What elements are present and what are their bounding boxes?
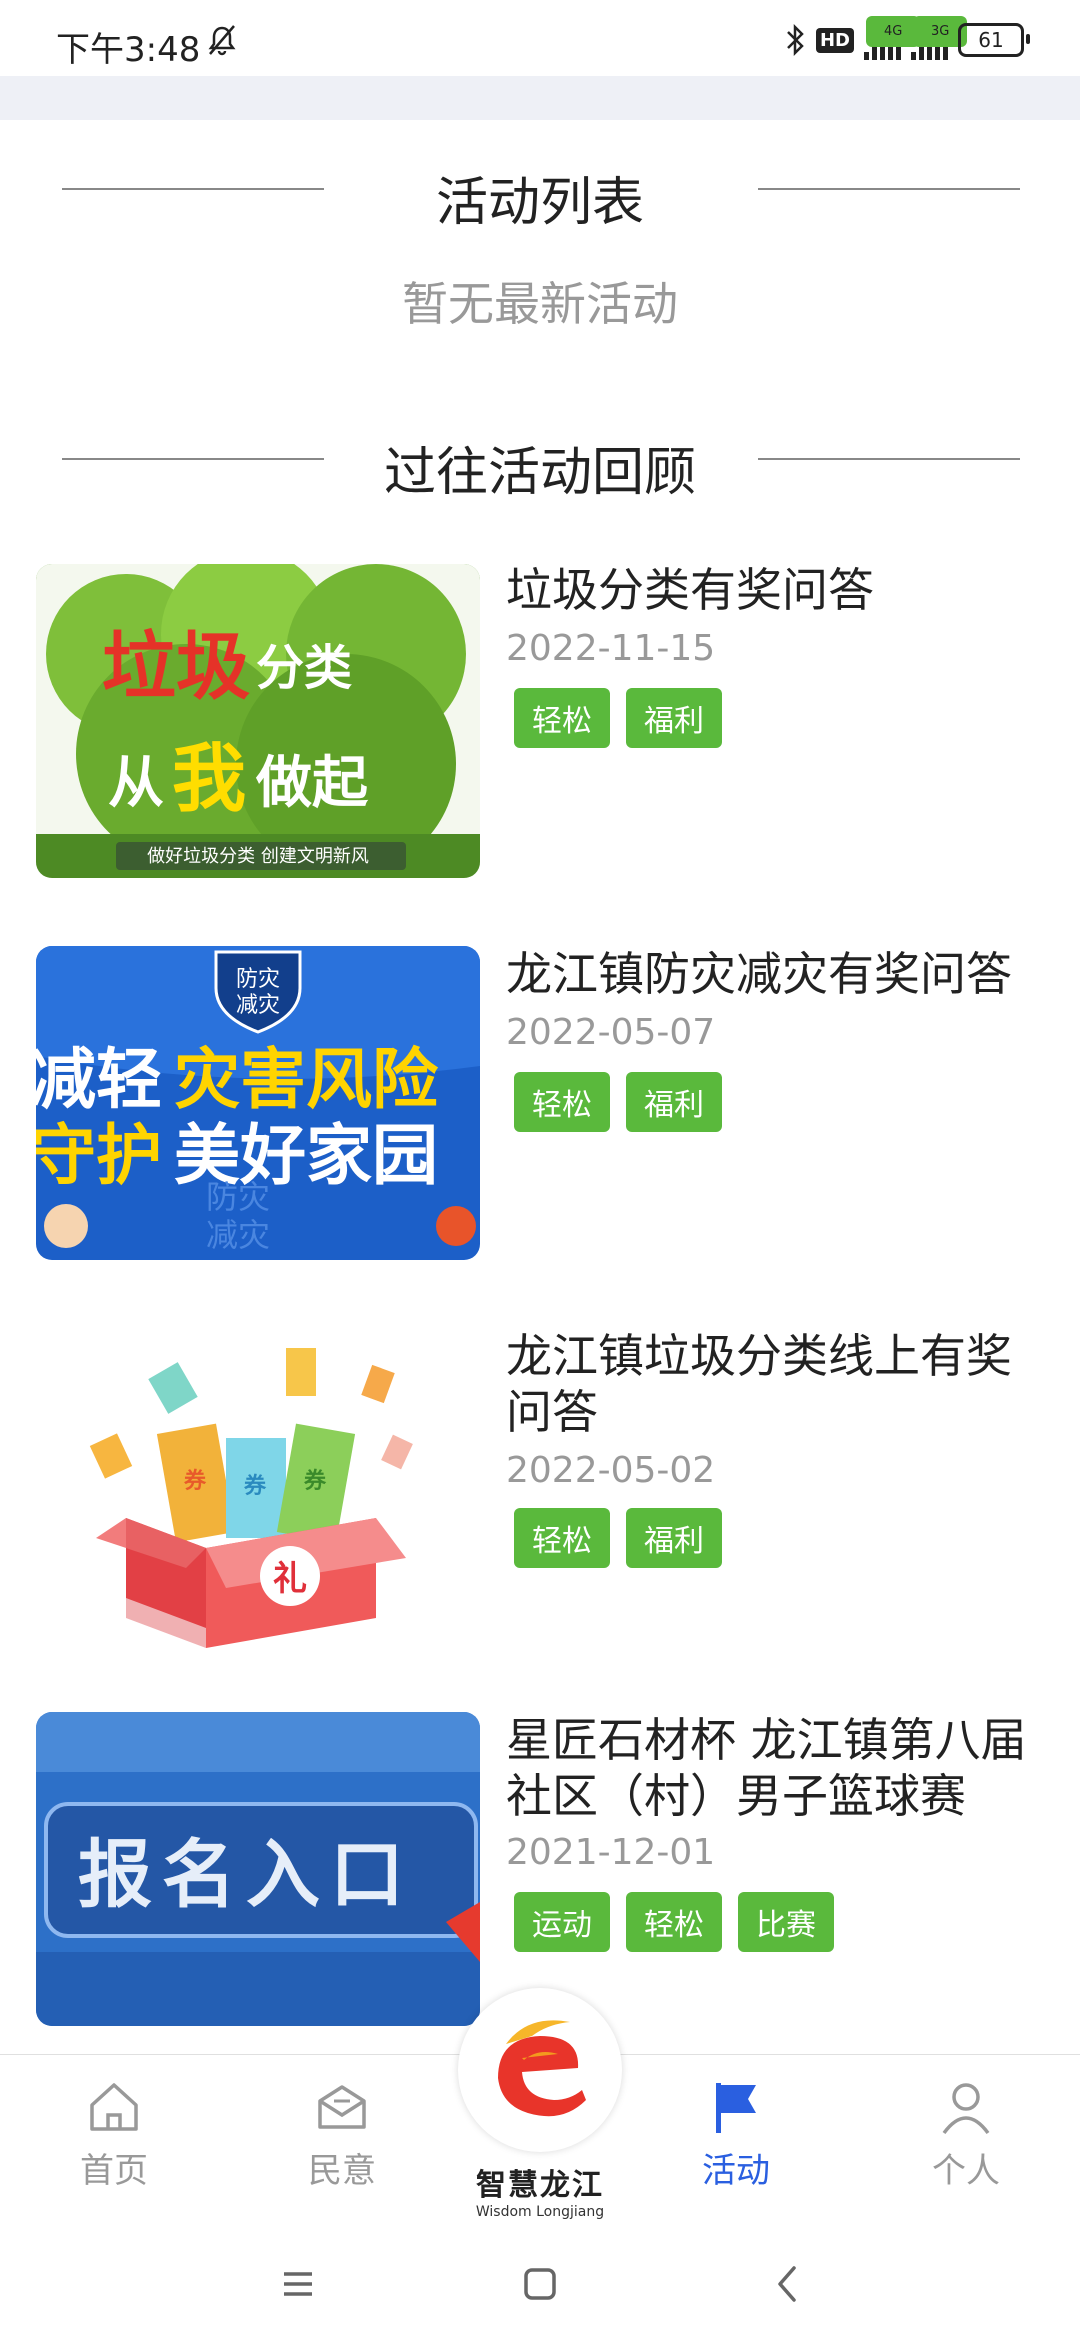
status-icons: HD 4G 3G 61	[784, 16, 1030, 60]
home-square-icon[interactable]	[510, 2254, 570, 2314]
activity-date: 2022-05-02	[506, 1450, 716, 1491]
back-icon[interactable]	[758, 2254, 818, 2314]
divider-line	[758, 188, 1020, 190]
activity-thumbnail: 报名入口	[36, 1712, 480, 2026]
activity-tags: 轻松 福利	[514, 688, 722, 748]
activity-thumbnail: 垃圾 分类 从 我 做起 做好垃圾分类 创建文明新风	[36, 564, 480, 878]
bell-muted-icon	[208, 25, 236, 56]
activity-thumbnail: 券 券 券 礼	[36, 1328, 480, 1668]
thumb-text: 分类	[256, 640, 352, 696]
activity-title: 龙江镇垃圾分类线上有奖问答	[506, 1329, 1012, 1439]
dragon-logo-icon	[470, 2000, 610, 2140]
hd-badge: HD	[815, 27, 854, 53]
home-icon	[90, 2083, 138, 2131]
bluetooth-icon	[787, 23, 804, 57]
signal-4g-icon: 4G	[864, 16, 921, 60]
activity-tag: 比赛	[738, 1892, 834, 1952]
thumb-text: 礼	[273, 1559, 307, 1599]
thumb-text: 守护	[36, 1117, 162, 1194]
system-nav-bar	[0, 2220, 1080, 2340]
activity-tag: 福利	[626, 1508, 722, 1568]
empty-state-text: 暂无最新活动	[402, 277, 678, 331]
thumb-text: 减轻	[36, 1041, 162, 1118]
thumb-text: 券	[243, 1473, 267, 1499]
section-past-header: 过往活动回顾	[0, 418, 1080, 503]
menu-icon[interactable]	[268, 2254, 328, 2314]
tab-label: 首页	[80, 2151, 148, 2191]
person-icon	[942, 2083, 990, 2135]
activity-date: 2022-11-15	[506, 628, 716, 669]
activity-title: 龙江镇防灾减灾有奖问答	[506, 947, 1012, 1001]
tab-label: 民意	[308, 2151, 376, 2191]
activity-date: 2022-05-07	[506, 1012, 716, 1053]
activity-item[interactable]: 防灾 减灾 减轻 灾害风险 守护 美好家园 防灾 减灾 龙江镇防灾减灾有奖问答 …	[0, 944, 1080, 1284]
thumb-text: 垃圾	[102, 624, 250, 710]
activity-tag: 福利	[626, 688, 722, 748]
activity-tag: 福利	[626, 1072, 722, 1132]
tab-opinion[interactable]: 民意	[272, 2077, 412, 2192]
tab-profile[interactable]: 个人	[896, 2077, 1036, 2192]
activity-tags: 轻松 福利	[514, 1508, 722, 1568]
thumb-text: 报名入口	[78, 1832, 414, 1918]
activity-tag: 轻松	[514, 1508, 610, 1568]
divider-line	[758, 458, 1020, 460]
section-title: 活动列表	[435, 173, 644, 233]
logo-en-text: Wisdom Longjiang	[475, 2204, 605, 2220]
thumb-text: 券	[303, 1468, 327, 1494]
signal-3g-icon: 3G	[911, 16, 968, 60]
thumb-text: 做起	[255, 751, 369, 816]
thumb-text: 从	[108, 751, 164, 816]
activity-tag: 轻松	[626, 1892, 722, 1952]
activity-thumbnail: 防灾 减灾 减轻 灾害风险 守护 美好家园 防灾 减灾	[36, 946, 480, 1260]
thumb-text: 券	[183, 1468, 207, 1494]
flag-icon	[716, 2083, 756, 2133]
activity-tags: 轻松 福利	[514, 1072, 722, 1132]
app-logo-text: 智慧龙江 Wisdom Longjiang	[444, 2160, 636, 2220]
mail-icon	[318, 2085, 366, 2129]
logo-cn-text: 智慧龙江	[476, 2168, 604, 2203]
tab-home[interactable]: 首页	[44, 2077, 184, 2192]
activity-title: 星匠石材杯 龙江镇第八届社区（村）男子篮球赛	[506, 1713, 1027, 1823]
tab-label: 个人	[932, 2151, 1000, 2191]
thumb-text: 防灾	[236, 967, 280, 992]
activity-item[interactable]: 券 券 券 礼 龙江镇垃圾分类线上有奖问答 2022-05-02 轻松 福利	[0, 1328, 1080, 1708]
tab-label: 活动	[702, 2151, 770, 2191]
battery-level: 61	[978, 28, 1004, 52]
activity-title: 垃圾分类有奖问答	[506, 563, 874, 617]
tab-activity[interactable]: 活动	[666, 2077, 806, 2192]
activity-tag: 轻松	[514, 688, 610, 748]
thumb-text: 减灾	[236, 993, 280, 1018]
activity-tags: 运动 轻松 比赛	[514, 1892, 834, 1952]
battery-icon: 61	[958, 23, 1030, 57]
thumb-text: 减灾	[206, 1216, 270, 1254]
status-time: 下午3:48	[56, 30, 201, 70]
activity-date: 2021-12-01	[506, 1832, 716, 1873]
activity-tag: 运动	[514, 1892, 610, 1952]
section-current-header: 活动列表	[0, 148, 1080, 233]
thumb-text: 我	[172, 736, 246, 822]
section-title: 过往活动回顾	[383, 443, 696, 503]
status-bar: 下午3:48 HD 4G 3G 61	[0, 0, 1080, 76]
header-divider	[0, 76, 1080, 120]
thumb-text: 防灾	[206, 1178, 270, 1216]
activity-item[interactable]: 垃圾 分类 从 我 做起 做好垃圾分类 创建文明新风 垃圾分类有奖问答 2022…	[0, 560, 1080, 900]
activity-tag: 轻松	[514, 1072, 610, 1132]
thumb-text: 灾害风险	[174, 1041, 439, 1118]
app-logo-button[interactable]	[458, 1988, 622, 2152]
thumb-text: 做好垃圾分类 创建文明新风	[147, 846, 369, 867]
